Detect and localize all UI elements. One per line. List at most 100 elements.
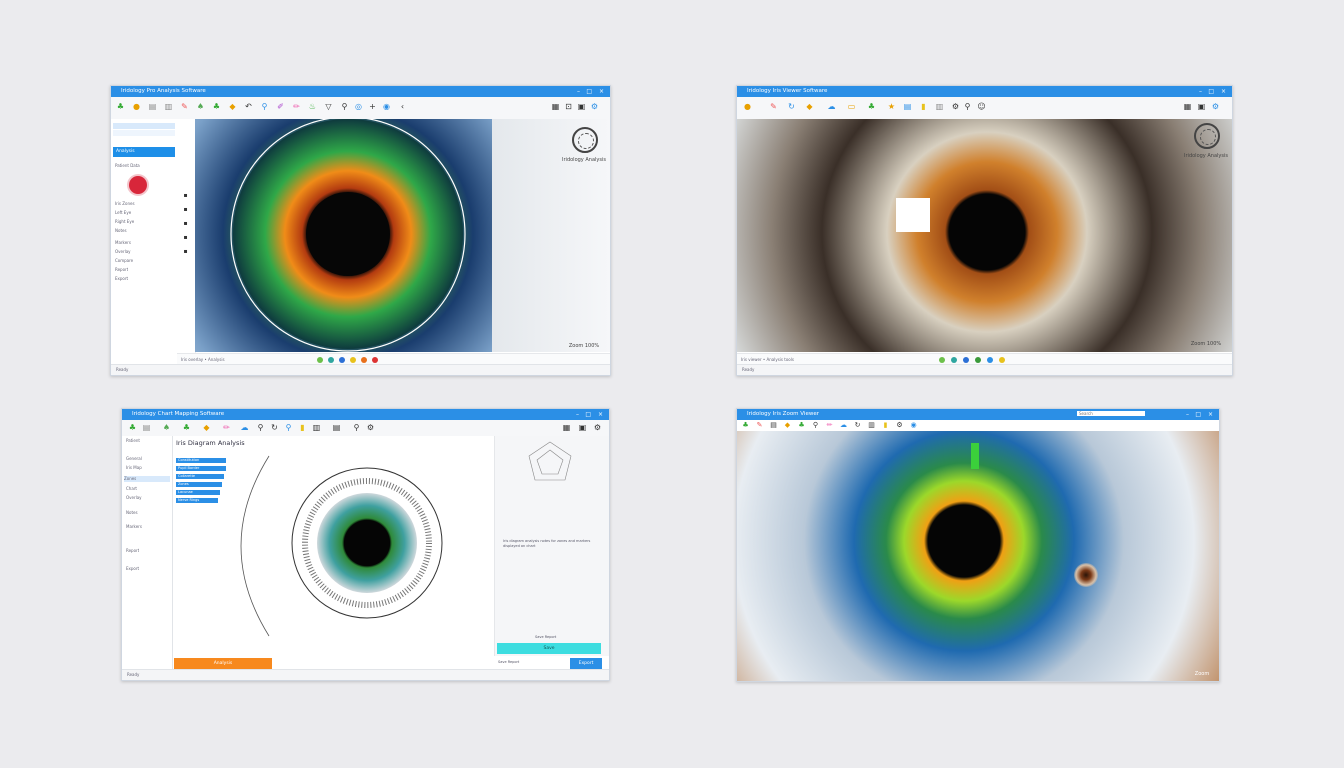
document-icon[interactable]: ▥ (867, 421, 876, 430)
tool-icon[interactable]: ▪ (181, 205, 190, 214)
settings-icon[interactable]: ⚙ (951, 102, 960, 111)
leaf-icon[interactable]: ♣ (741, 421, 750, 430)
document-icon[interactable]: ▤ (769, 421, 778, 430)
leaf-icon[interactable]: ♣ (867, 102, 876, 111)
maximize-icon[interactable]: □ (1195, 409, 1201, 420)
leaf-icon[interactable]: ♣ (116, 102, 125, 111)
paint-icon[interactable]: ✎ (769, 102, 778, 111)
sidebar-item[interactable]: Iris Zones (115, 201, 135, 207)
bulb-icon[interactable]: ● (132, 102, 141, 111)
color-green-icon[interactable] (317, 357, 323, 363)
tree-icon[interactable]: ♣ (182, 423, 191, 432)
color-green-icon[interactable] (939, 357, 945, 363)
tree-icon[interactable]: ♣ (797, 421, 806, 430)
lesion-marker[interactable] (1074, 563, 1098, 587)
color-yellow-icon[interactable] (999, 357, 1005, 363)
maximize-icon[interactable]: □ (1208, 86, 1214, 97)
brush-icon[interactable]: ✏ (292, 102, 301, 111)
sidebar-item[interactable]: Overlay (126, 495, 142, 501)
sidebar-highlight[interactable] (113, 130, 175, 136)
leaf-icon[interactable]: ♣ (128, 423, 137, 432)
sidebar-item[interactable]: Patient Data (115, 163, 140, 169)
tool-icon[interactable]: ▪ (181, 219, 190, 228)
green-marker[interactable] (971, 443, 979, 469)
search-icon[interactable]: ⚲ (256, 423, 265, 432)
user-icon[interactable]: ☺ (977, 102, 986, 111)
sidebar-item[interactable]: Left Eye (115, 210, 131, 216)
refresh-icon[interactable]: ↻ (270, 423, 279, 432)
document-icon[interactable]: ▥ (312, 423, 321, 432)
target-icon[interactable]: ◉ (382, 102, 391, 111)
brush-icon[interactable]: ✏ (825, 421, 834, 430)
note-icon[interactable]: ▮ (919, 102, 928, 111)
sidebar-item[interactable]: General (126, 456, 142, 462)
refresh-icon[interactable]: ↻ (853, 421, 862, 430)
analysis-button[interactable]: Analysis (113, 147, 175, 157)
sidebar-item[interactable]: Notes (115, 228, 127, 234)
settings-icon[interactable]: ⚙ (1211, 102, 1220, 111)
cup-icon[interactable]: ♨ (308, 102, 317, 111)
layers-icon[interactable]: ◆ (783, 421, 792, 430)
grid-icon[interactable]: ▦ (562, 423, 571, 432)
document-icon[interactable]: ▤ (903, 102, 912, 111)
sidebar-item[interactable]: Export (115, 276, 128, 282)
search-icon[interactable]: ⚲ (260, 102, 269, 111)
tree-icon[interactable]: ♣ (212, 102, 221, 111)
sidebar-item[interactable]: Report (115, 267, 128, 273)
brush-icon[interactable]: ✏ (222, 423, 231, 432)
cloud-icon[interactable]: ☁ (827, 102, 836, 111)
search-input[interactable] (1077, 411, 1145, 416)
paint-icon[interactable]: ✎ (755, 421, 764, 430)
star-icon[interactable]: ★ (887, 102, 896, 111)
bulb-icon[interactable]: ● (743, 102, 752, 111)
color-teal-icon[interactable] (951, 357, 957, 363)
sidebar-item-selected[interactable]: Zones (124, 476, 170, 482)
color-teal-icon[interactable] (328, 357, 334, 363)
minimize-icon[interactable]: – (576, 409, 579, 420)
refresh-icon[interactable]: ↻ (787, 102, 796, 111)
layers-icon[interactable]: ◆ (805, 102, 814, 111)
tool-icon[interactable]: ▪ (181, 233, 190, 242)
grid-icon[interactable]: ▦ (1183, 102, 1192, 111)
chart-canvas[interactable]: Iris Diagram Analysis Constitution Pupil… (173, 436, 494, 656)
sidebar-item[interactable]: Chart (126, 486, 137, 492)
sidebar-item[interactable]: Notes (126, 510, 138, 516)
sidebar-item[interactable]: Export (126, 566, 139, 572)
iris-zoom-viewport[interactable]: Zoom (737, 431, 1219, 681)
close-icon[interactable]: × (598, 409, 603, 420)
minimize-icon[interactable]: – (577, 86, 580, 97)
settings-icon[interactable]: ⚙ (593, 423, 602, 432)
hierarchy-icon[interactable]: ♠ (196, 102, 205, 111)
layers-icon[interactable]: ◆ (228, 102, 237, 111)
paint-icon[interactable]: ✎ (180, 102, 189, 111)
print-icon[interactable]: ▣ (577, 102, 586, 111)
sclera-panel[interactable]: Iridology Analysis Zoom 100% (492, 119, 610, 352)
search-icon[interactable]: ⚲ (284, 423, 293, 432)
search-icon[interactable]: ⚲ (811, 421, 820, 430)
color-blue-icon[interactable] (987, 357, 993, 363)
color-red-icon[interactable] (372, 357, 378, 363)
grid-icon[interactable]: ▦ (551, 102, 560, 111)
sidebar-highlight[interactable] (113, 123, 175, 129)
document-icon[interactable]: ▥ (164, 102, 173, 111)
sidebar-item[interactable]: Markers (126, 524, 142, 530)
close-icon[interactable]: × (599, 86, 604, 97)
settings-icon[interactable]: ⚙ (590, 102, 599, 111)
settings-icon[interactable]: ⚙ (895, 421, 904, 430)
circle-icon[interactable]: ◎ (354, 102, 363, 111)
minimize-icon[interactable]: – (1199, 86, 1202, 97)
lock-icon[interactable]: ⊡ (564, 102, 573, 111)
back-icon[interactable]: ‹ (398, 102, 407, 111)
record-icon[interactable] (129, 176, 147, 194)
document-icon[interactable]: ▤ (332, 423, 341, 432)
close-icon[interactable]: × (1208, 409, 1213, 420)
layers-icon[interactable]: ◆ (202, 423, 211, 432)
color-blue-icon[interactable] (339, 357, 345, 363)
undo-icon[interactable]: ↶ (244, 102, 253, 111)
tool-icon[interactable]: ▪ (181, 191, 190, 200)
maximize-icon[interactable]: □ (586, 86, 592, 97)
hierarchy-icon[interactable]: ♠ (162, 423, 171, 432)
sidebar-item[interactable]: Compare (115, 258, 133, 264)
note-icon[interactable]: ▮ (298, 423, 307, 432)
document-icon[interactable]: ▥ (935, 102, 944, 111)
